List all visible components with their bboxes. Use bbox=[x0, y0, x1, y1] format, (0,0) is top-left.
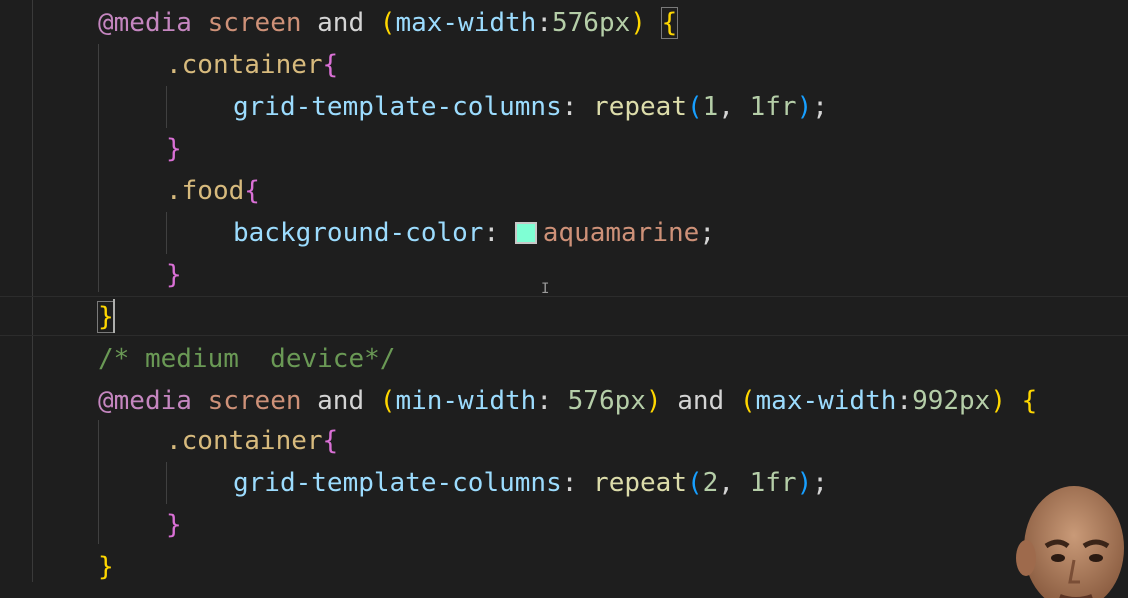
number: 2 bbox=[702, 468, 719, 498]
property: background-color bbox=[233, 218, 484, 248]
close-brace: } bbox=[166, 260, 182, 290]
close-paren: ) bbox=[645, 386, 662, 416]
semicolon: ; bbox=[812, 92, 828, 122]
media-feature: max-width bbox=[755, 386, 897, 416]
text-cursor-icon bbox=[113, 299, 115, 333]
open-paren: ( bbox=[686, 468, 703, 498]
close-paren: ) bbox=[990, 386, 1006, 416]
comment: /* medium device*/ bbox=[98, 344, 396, 374]
close-brace: } bbox=[166, 134, 182, 164]
property: grid-template-columns bbox=[233, 468, 562, 498]
close-brace: } bbox=[166, 510, 182, 540]
code-line-2[interactable]: .container{ bbox=[166, 44, 338, 86]
code-line-4[interactable]: } bbox=[166, 128, 182, 170]
code-line-14[interactable]: } bbox=[98, 546, 114, 588]
code-line-12[interactable]: grid-template-columns: repeat(2, 1fr); bbox=[233, 462, 828, 504]
indent-guide-l11 bbox=[166, 462, 167, 504]
mouse-ibeam-icon: I bbox=[541, 281, 550, 297]
and-keyword: and bbox=[317, 8, 365, 38]
open-brace: { bbox=[322, 50, 339, 80]
code-line-1[interactable]: @media screen and (max-width:576px) { bbox=[98, 2, 679, 44]
property: grid-template-columns bbox=[233, 92, 562, 122]
code-editor[interactable]: @media screen and (max-width:576px) { .c… bbox=[0, 0, 1128, 598]
presenter-webcam bbox=[1016, 486, 1124, 598]
feature-value: 576px bbox=[551, 8, 631, 38]
colon: : bbox=[483, 218, 500, 248]
colon: : bbox=[896, 386, 913, 416]
colon: : bbox=[536, 386, 552, 416]
close-brace: } bbox=[98, 552, 114, 582]
open-brace: { bbox=[660, 7, 679, 39]
close-brace: } bbox=[97, 301, 115, 333]
media-feature: min-width bbox=[395, 386, 537, 416]
code-line-6[interactable]: background-color: aquamarine; bbox=[233, 212, 715, 254]
open-paren: ( bbox=[379, 8, 396, 38]
colon: : bbox=[561, 92, 578, 122]
indent-guide-l10 bbox=[98, 420, 99, 544]
open-brace: { bbox=[1021, 386, 1038, 416]
colon: : bbox=[561, 468, 578, 498]
open-paren: ( bbox=[739, 386, 756, 416]
color-value: aquamarine bbox=[542, 218, 700, 248]
code-line-11[interactable]: .container{ bbox=[166, 420, 338, 462]
color-swatch[interactable] bbox=[514, 222, 537, 244]
media-type: screen bbox=[207, 386, 302, 416]
close-paren: ) bbox=[630, 8, 646, 38]
open-paren: ( bbox=[686, 92, 703, 122]
and-keyword: and bbox=[677, 386, 725, 416]
selector: .container bbox=[166, 426, 323, 456]
code-line-5[interactable]: .food{ bbox=[166, 170, 260, 212]
open-paren: ( bbox=[379, 386, 396, 416]
at-rule: @media bbox=[98, 386, 192, 416]
code-line-10[interactable]: @media screen and (min-width: 576px) and… bbox=[98, 380, 1037, 422]
code-line-8[interactable]: } bbox=[97, 296, 115, 338]
close-paren: ) bbox=[796, 92, 813, 122]
open-brace: { bbox=[322, 426, 339, 456]
function-name: repeat bbox=[593, 468, 687, 498]
at-rule: @media bbox=[98, 8, 192, 38]
gutter-indent-guide bbox=[32, 0, 33, 582]
code-line-7[interactable]: } bbox=[166, 254, 182, 296]
feature-value: 576px bbox=[567, 386, 646, 416]
colon: : bbox=[536, 8, 552, 38]
semicolon: ; bbox=[699, 218, 715, 248]
media-feature: max-width bbox=[395, 8, 537, 38]
code-line-3[interactable]: grid-template-columns: repeat(1, 1fr); bbox=[233, 86, 828, 128]
code-line-13[interactable]: } bbox=[166, 504, 182, 546]
code-line-9[interactable]: /* medium device*/ bbox=[98, 338, 395, 380]
indent-guide-l1 bbox=[98, 44, 99, 292]
feature-value: 992px bbox=[912, 386, 991, 416]
close-paren: ) bbox=[796, 468, 813, 498]
and-keyword: and bbox=[317, 386, 365, 416]
indent-guide-l5 bbox=[166, 212, 167, 254]
selector: .food bbox=[166, 176, 245, 206]
semicolon: ; bbox=[812, 468, 828, 498]
selector: .container bbox=[166, 50, 323, 80]
number: 1 bbox=[702, 92, 719, 122]
indent-guide-l2 bbox=[166, 86, 167, 128]
current-line-highlight bbox=[0, 296, 1128, 336]
media-type: screen bbox=[207, 8, 302, 38]
function-name: repeat bbox=[593, 92, 687, 122]
comma: , bbox=[718, 92, 734, 122]
number: 1fr bbox=[749, 92, 797, 122]
number: 1fr bbox=[749, 468, 797, 498]
comma: , bbox=[718, 468, 734, 498]
open-brace: { bbox=[244, 176, 260, 206]
